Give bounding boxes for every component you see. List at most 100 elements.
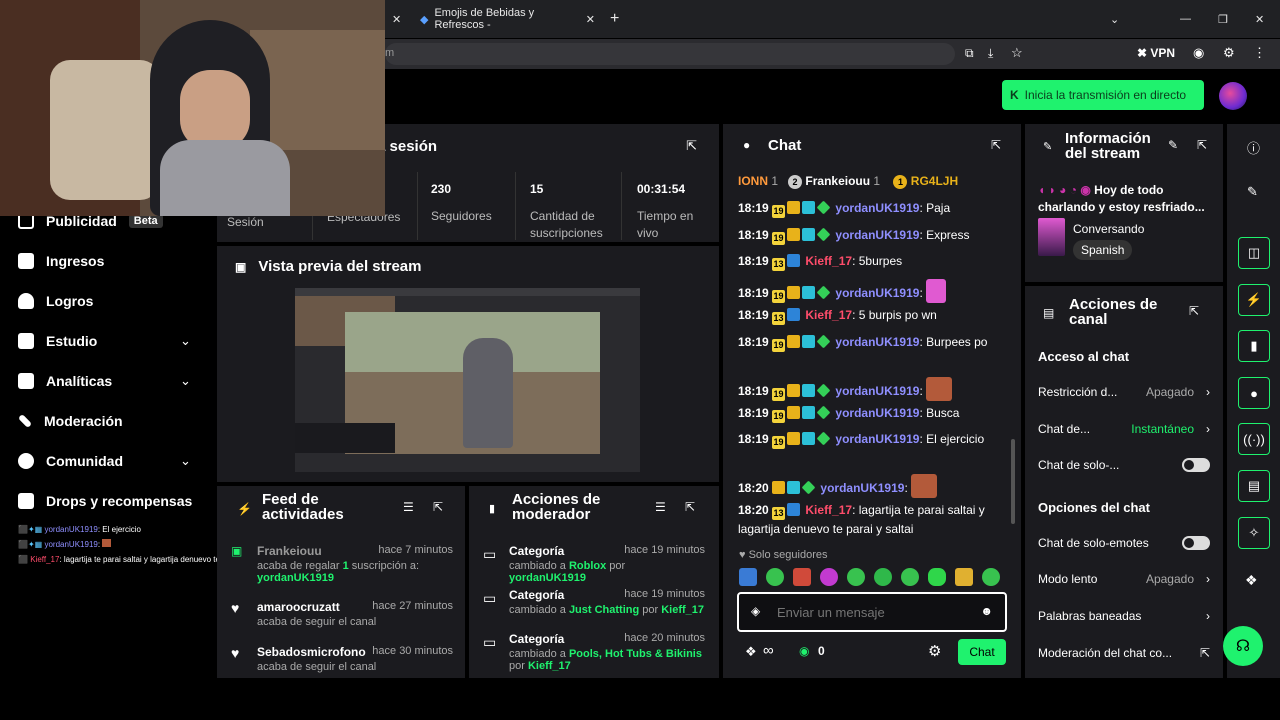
layout-icon[interactable]: ▤ xyxy=(1238,470,1270,502)
sidebar-item-ingresos[interactable]: Ingresos xyxy=(18,253,198,269)
category-name[interactable]: Conversando xyxy=(1073,222,1144,236)
overlay-chat-text: : El ejercicio xyxy=(97,525,141,534)
download-icon[interactable]: ⤓ xyxy=(988,46,993,61)
option-row[interactable]: Modo lento Apagado › xyxy=(1038,572,1210,586)
stat-label: Cantidad de suscripciones xyxy=(530,209,603,240)
url-text: m xyxy=(385,47,395,59)
popout-icon[interactable]: ⇱ xyxy=(1197,138,1207,152)
emote-icon[interactable] xyxy=(793,568,811,586)
option-row[interactable]: Chat de solo-emotes xyxy=(1038,536,1210,550)
feed-sub: acaba de seguir el canal xyxy=(257,616,377,628)
stat-label: Sesión xyxy=(227,215,264,229)
mod-action-row: ▭ Categoría hace 19 minutos cambiado a R… xyxy=(483,544,705,584)
mod-action-sub: cambiado a Just Chatting por Kieff_17 xyxy=(509,604,705,616)
filter-icon[interactable]: ☰ xyxy=(655,500,666,514)
sidebar-item-logros[interactable]: Logros xyxy=(18,293,198,309)
info-icon[interactable]: ⓘ xyxy=(1247,138,1260,157)
category-icon: ▭ xyxy=(483,546,497,562)
tab-close-icon[interactable]: ✕ xyxy=(586,13,595,26)
minimize-icon[interactable]: — xyxy=(1180,6,1191,32)
edit-pencil-icon[interactable]: ✎ xyxy=(1168,138,1178,152)
chevron-down-icon[interactable]: ⌄ xyxy=(180,453,191,469)
emote-icon[interactable] xyxy=(955,568,973,586)
emote-icon[interactable] xyxy=(847,568,865,586)
popout-icon[interactable]: ⇱ xyxy=(685,500,695,514)
send-chat-button[interactable]: Chat xyxy=(958,639,1006,665)
option-row[interactable]: Chat de solo-... xyxy=(1038,458,1210,472)
support-headset-button[interactable]: ☊ xyxy=(1223,626,1263,666)
chevron-down-icon[interactable]: ⌄ xyxy=(180,373,191,389)
filter-icon[interactable]: ☰ xyxy=(403,500,414,514)
trophy-icon xyxy=(18,293,34,309)
emoji-picker-icon[interactable]: ☻ xyxy=(980,604,993,618)
chevron-down-icon[interactable]: ⌄ xyxy=(180,333,191,349)
avatar[interactable] xyxy=(1219,82,1247,110)
beta-badge: Beta xyxy=(128,214,163,228)
document-icon[interactable]: ▮ xyxy=(1238,330,1270,362)
gifter-name: RG4LJH xyxy=(910,174,959,188)
feed-time: hace 7 minutos xyxy=(378,544,453,556)
chevron-down-icon[interactable]: ⌄ xyxy=(1110,6,1119,32)
chat-scrollbar[interactable] xyxy=(1011,439,1015,524)
category-thumbnail xyxy=(1038,218,1065,256)
kick-logo-icon: K xyxy=(1010,88,1019,102)
chat-input-box[interactable]: ◈ ☻ xyxy=(737,592,1007,632)
popout-icon[interactable]: ⇱ xyxy=(1189,304,1199,318)
kick-points-icon[interactable]: ❖ xyxy=(745,644,757,660)
toggle-switch[interactable] xyxy=(1182,458,1210,472)
vpn-button[interactable]: ✖ VPN xyxy=(1137,46,1175,60)
browser-tab-emojis[interactable]: ◆ Emojis de Bebidas y Refrescos - ✕ xyxy=(420,6,595,32)
popout-icon[interactable]: ⇱ xyxy=(991,138,1001,152)
external-link-icon: ⇱ xyxy=(1199,646,1210,660)
screenshot-icon[interactable]: ⧉ xyxy=(965,46,974,61)
address-bar[interactable]: m xyxy=(385,43,955,65)
broadcast-icon[interactable]: ((·)) xyxy=(1238,423,1270,455)
settings-gear-icon[interactable]: ⚙ xyxy=(928,642,941,660)
popout-icon[interactable]: ⇱ xyxy=(686,138,697,154)
close-window-icon[interactable]: ✕ xyxy=(1255,6,1264,32)
emote-icon[interactable] xyxy=(874,568,892,586)
bolt-icon[interactable]: ⚡ xyxy=(1238,284,1270,316)
option-row[interactable]: Palabras baneadas › xyxy=(1038,609,1210,623)
sidebar-item-drops[interactable]: Drops y recompensas xyxy=(18,493,213,509)
emote-icon[interactable] xyxy=(901,568,919,586)
emote-icon[interactable] xyxy=(928,568,946,586)
tab-close-icon[interactable]: ✕ xyxy=(392,13,401,26)
sidebar-item-moderacion[interactable]: Moderación xyxy=(17,413,198,429)
emote-icon[interactable] xyxy=(820,568,838,586)
stream-preview-video[interactable] xyxy=(295,288,640,472)
menu-dots-icon[interactable]: ⋮ xyxy=(1253,45,1266,61)
wrench-icon[interactable]: ✧ xyxy=(1238,517,1270,549)
chat-input[interactable] xyxy=(777,602,977,622)
edit-pencil-icon[interactable]: ✎ xyxy=(1247,184,1258,200)
stream-preview-panel: ▣ Vista previa del stream xyxy=(217,246,719,482)
extensions-icon[interactable]: ⚙ xyxy=(1223,45,1235,61)
bookmark-star-icon[interactable]: ☆ xyxy=(1011,45,1023,61)
go-live-button[interactable]: K Inicia la transmisión en directo xyxy=(1002,80,1204,110)
popout-icon[interactable]: ⇱ xyxy=(433,500,443,514)
profile-icon[interactable]: ◉ xyxy=(1193,45,1204,61)
option-row[interactable]: Restricción d... Apagado › xyxy=(1038,385,1210,399)
mod-action-sub: cambiado a Roblox por yordanUK1919 xyxy=(509,560,626,584)
chat-icon[interactable]: ● xyxy=(1238,377,1270,409)
sidebar: Publicidad Beta Ingresos Logros Estudio … xyxy=(0,200,267,680)
feed-target: yordanUK1919 xyxy=(257,572,335,584)
sidebar-item-comunidad[interactable]: Comunidad xyxy=(18,453,198,469)
sidebar-item-estudio[interactable]: Estudio xyxy=(18,333,198,349)
option-row[interactable]: Moderación del chat co... ⇱ xyxy=(1038,646,1210,660)
tab-favicon-icon: ◆ xyxy=(420,13,429,26)
share-icon[interactable]: ❖ xyxy=(1245,572,1258,589)
emote-bar xyxy=(739,568,1009,588)
feed-row: ♥ Sebadosmicrofono hace 30 minutos acaba… xyxy=(231,645,453,673)
browser-tab[interactable]: ✕ xyxy=(392,6,401,32)
sidebar-item-label: Ingresos xyxy=(46,253,105,269)
sidebar-item-analiticas[interactable]: Analíticas xyxy=(18,373,198,389)
emote-icon[interactable] xyxy=(982,568,1000,586)
maximize-icon[interactable]: ❐ xyxy=(1218,6,1228,32)
option-row[interactable]: Chat de... Instantáneo › xyxy=(1038,422,1210,436)
emote-icon[interactable] xyxy=(766,568,784,586)
emote-icon[interactable] xyxy=(739,568,757,586)
new-tab-button[interactable]: + xyxy=(610,6,619,32)
camera-icon[interactable]: ◫ xyxy=(1238,237,1270,269)
toggle-switch[interactable] xyxy=(1182,536,1210,550)
